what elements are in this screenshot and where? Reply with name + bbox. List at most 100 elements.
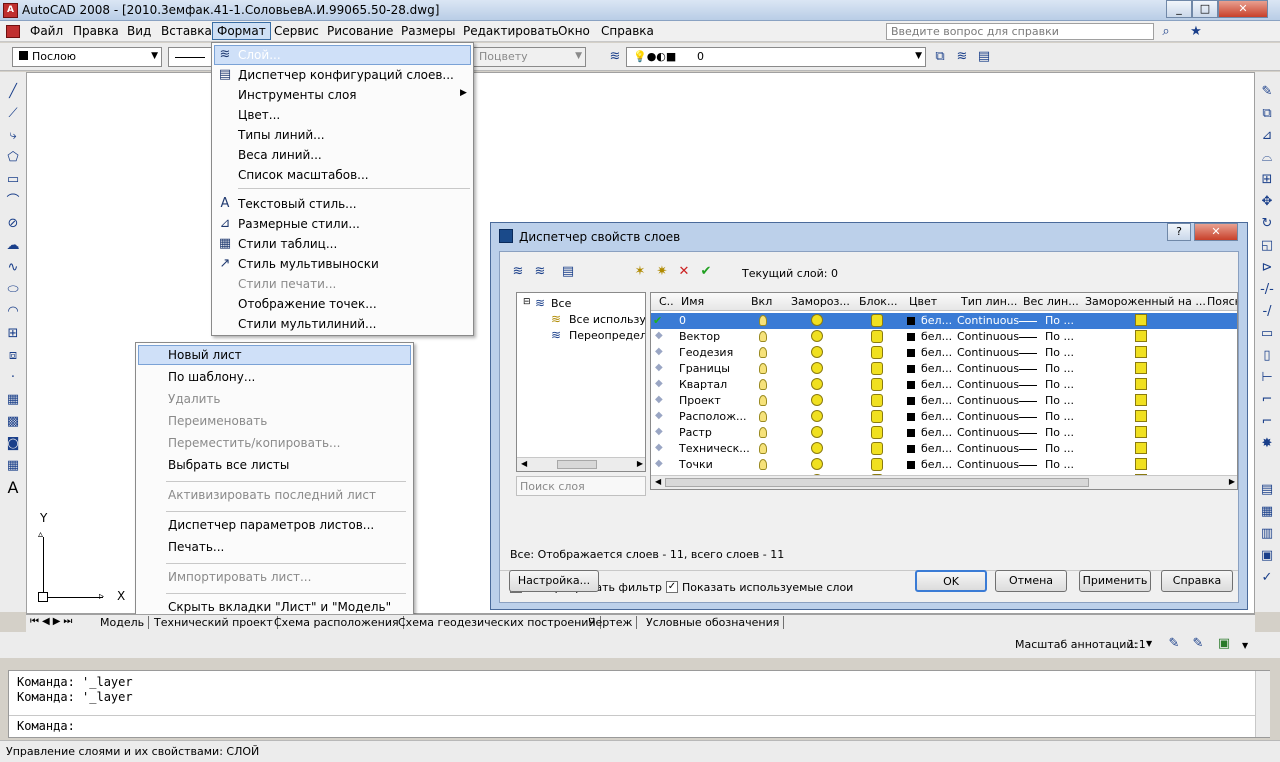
layer-lineweight[interactable]: По ... bbox=[1045, 330, 1074, 343]
layer-linetype[interactable]: Continuous bbox=[957, 458, 1019, 471]
fillet2-icon[interactable]: ⌐ bbox=[1259, 414, 1275, 430]
autocad-icon[interactable]: A bbox=[3, 3, 18, 18]
annotation-scale-value[interactable]: 1:1 bbox=[1128, 638, 1146, 651]
ctx-item-new-layout[interactable]: Новый лист bbox=[168, 348, 242, 362]
tray-settings-icon[interactable]: ▣ bbox=[1216, 636, 1232, 652]
format-menu-item-scale-list[interactable]: Список масштабов... bbox=[238, 168, 369, 182]
layer-states-icon[interactable]: ▤ bbox=[976, 49, 992, 65]
layer-lineweight[interactable]: По ... bbox=[1045, 314, 1074, 327]
xline-icon[interactable]: ⟋ bbox=[5, 106, 21, 122]
tab-model[interactable]: Модель bbox=[96, 616, 150, 629]
layer-color-swatch[interactable] bbox=[907, 445, 915, 453]
trim-icon[interactable]: -/- bbox=[1259, 282, 1275, 298]
layer-states-manager-icon[interactable]: ▤ bbox=[560, 264, 576, 280]
favorite-icon[interactable]: ★ bbox=[1188, 24, 1204, 40]
layer-lineweight[interactable]: По ... bbox=[1045, 426, 1074, 439]
line-icon[interactable]: ╱ bbox=[5, 84, 21, 100]
gradient-icon[interactable]: ▩ bbox=[5, 414, 21, 430]
table-row[interactable]: ◆ Вектор бел... Continuous По ... bbox=[651, 329, 1237, 345]
table-row[interactable]: ◆ Границы бел... Continuous По ... bbox=[651, 361, 1237, 377]
col-lock[interactable]: Блок... bbox=[859, 295, 897, 308]
tab-geodetic-scheme[interactable]: Схема геодезических построений bbox=[394, 616, 601, 629]
scroll-thumb[interactable] bbox=[557, 460, 597, 469]
col-lineweight[interactable]: Вес лин... bbox=[1023, 295, 1079, 308]
layer-vp-freeze-icon[interactable] bbox=[1135, 378, 1147, 390]
layer-lock-icon[interactable] bbox=[871, 394, 883, 407]
menu-file[interactable]: Файл bbox=[26, 24, 67, 38]
layer-freeze-icon[interactable] bbox=[811, 394, 823, 406]
properties-icon[interactable]: ▤ bbox=[1259, 482, 1275, 498]
ctx-item-page-setup[interactable]: Диспетчер параметров листов... bbox=[168, 518, 374, 532]
command-prompt[interactable]: Команда: bbox=[17, 719, 75, 733]
layer-lineweight[interactable]: По ... bbox=[1045, 458, 1074, 471]
layer-name[interactable]: 0 bbox=[679, 314, 686, 327]
chamfer-icon[interactable]: ⊢ bbox=[1259, 370, 1275, 386]
layer-color[interactable]: бел... bbox=[921, 442, 952, 455]
region-icon[interactable]: ◙ bbox=[5, 436, 21, 452]
array-icon[interactable]: ⊞ bbox=[1259, 172, 1275, 188]
layer-lineweight[interactable]: По ... bbox=[1045, 362, 1074, 375]
ok-button[interactable]: OK bbox=[915, 570, 987, 592]
tool-palette-icon[interactable]: ▥ bbox=[1259, 526, 1275, 542]
tab-layout-scheme[interactable]: Схема расположения bbox=[270, 616, 404, 629]
layer-combo[interactable]: 💡●◐■ 0 ▼ bbox=[626, 47, 926, 67]
show-used-checkbox[interactable]: ✓ bbox=[666, 581, 678, 593]
help-button[interactable]: Справка bbox=[1161, 570, 1233, 592]
ctx-item-hide-tabs[interactable]: Скрыть вкладки "Лист" и "Модель" bbox=[168, 600, 391, 614]
mirror-icon[interactable]: ⊿ bbox=[1259, 128, 1275, 144]
layer-linetype[interactable]: Continuous bbox=[957, 346, 1019, 359]
sheet-set-icon[interactable]: ▣ bbox=[1259, 548, 1275, 564]
table-row[interactable]: ◆ Точки бел... Continuous По ... bbox=[651, 457, 1237, 473]
doc-icon[interactable] bbox=[6, 25, 20, 38]
new-layer-icon[interactable]: ✶ bbox=[632, 264, 648, 280]
layer-lock-icon[interactable] bbox=[871, 378, 883, 391]
format-menu-item-layer-tools[interactable]: Инструменты слоя bbox=[238, 88, 357, 102]
layer-freeze-icon[interactable] bbox=[811, 458, 823, 470]
stretch-icon[interactable]: ⊳ bbox=[1259, 260, 1275, 276]
layer-vp-freeze-icon[interactable] bbox=[1135, 442, 1147, 454]
grid-scrollbar[interactable]: ◀ ▶ bbox=[651, 475, 1237, 489]
annotation-visibility-icon[interactable]: ✎ bbox=[1166, 636, 1182, 652]
layer-previous-icon[interactable]: ≋ bbox=[954, 49, 970, 65]
ctx-item-select-all[interactable]: Выбрать все листы bbox=[168, 458, 289, 472]
format-menu-item-point-style[interactable]: Отображение точек... bbox=[238, 297, 377, 311]
rotate-icon[interactable]: ↻ bbox=[1259, 216, 1275, 232]
layer-color-swatch[interactable] bbox=[907, 413, 915, 421]
format-menu-item-table-style[interactable]: Стили таблиц... bbox=[238, 237, 337, 251]
insert-block-icon[interactable]: ⊞ bbox=[5, 326, 21, 342]
scroll-thumb[interactable] bbox=[665, 478, 1089, 487]
scale-icon[interactable]: ◱ bbox=[1259, 238, 1275, 254]
layer-vp-freeze-icon[interactable] bbox=[1135, 346, 1147, 358]
layer-color-swatch[interactable] bbox=[907, 333, 915, 341]
format-menu-item-lineweight[interactable]: Веса линий... bbox=[238, 148, 322, 162]
col-color[interactable]: Цвет bbox=[909, 295, 937, 308]
offset-icon[interactable]: ⌓ bbox=[1259, 150, 1275, 166]
col-vp-freeze[interactable]: Замороженный на ... bbox=[1085, 295, 1206, 308]
format-menu-item-linetype[interactable]: Типы линий... bbox=[238, 128, 325, 142]
col-description[interactable]: Поясн bbox=[1207, 295, 1237, 308]
layers-icon[interactable]: ≋ bbox=[607, 49, 623, 65]
layer-freeze-icon[interactable] bbox=[811, 346, 823, 358]
format-menu-item-mline-style[interactable]: Стили мультилиний... bbox=[238, 317, 377, 331]
new-property-filter-icon[interactable]: ≋ bbox=[510, 264, 526, 280]
layer-linetype[interactable]: Continuous bbox=[957, 442, 1019, 455]
layer-color[interactable]: бел... bbox=[921, 378, 952, 391]
revcloud-icon[interactable]: ☁ bbox=[5, 238, 21, 254]
close-button[interactable]: ✕ bbox=[1218, 0, 1268, 18]
ellipse-icon[interactable]: ⬭ bbox=[5, 282, 21, 298]
polyline-icon[interactable]: ⤷ bbox=[5, 128, 21, 144]
layer-vp-freeze-icon[interactable] bbox=[1135, 410, 1147, 422]
extend-icon[interactable]: -/ bbox=[1259, 304, 1275, 320]
layer-on-icon[interactable] bbox=[759, 347, 767, 358]
layer-linetype[interactable]: Continuous bbox=[957, 378, 1019, 391]
join-icon[interactable]: ▯ bbox=[1259, 348, 1275, 364]
table-row[interactable]: ✔ 0 бел... Continuous По ... bbox=[651, 313, 1237, 329]
layer-linetype[interactable]: Continuous bbox=[957, 426, 1019, 439]
chevron-down-icon[interactable]: ▼ bbox=[1242, 641, 1248, 650]
layer-color[interactable]: бел... bbox=[921, 362, 952, 375]
command-scrollbar[interactable] bbox=[1255, 671, 1270, 737]
layer-vp-freeze-icon[interactable] bbox=[1135, 394, 1147, 406]
settings-button[interactable]: Настройка... bbox=[509, 570, 599, 592]
tab-drawing[interactable]: Чертеж bbox=[584, 616, 638, 629]
menu-window[interactable]: Окно bbox=[554, 24, 594, 38]
